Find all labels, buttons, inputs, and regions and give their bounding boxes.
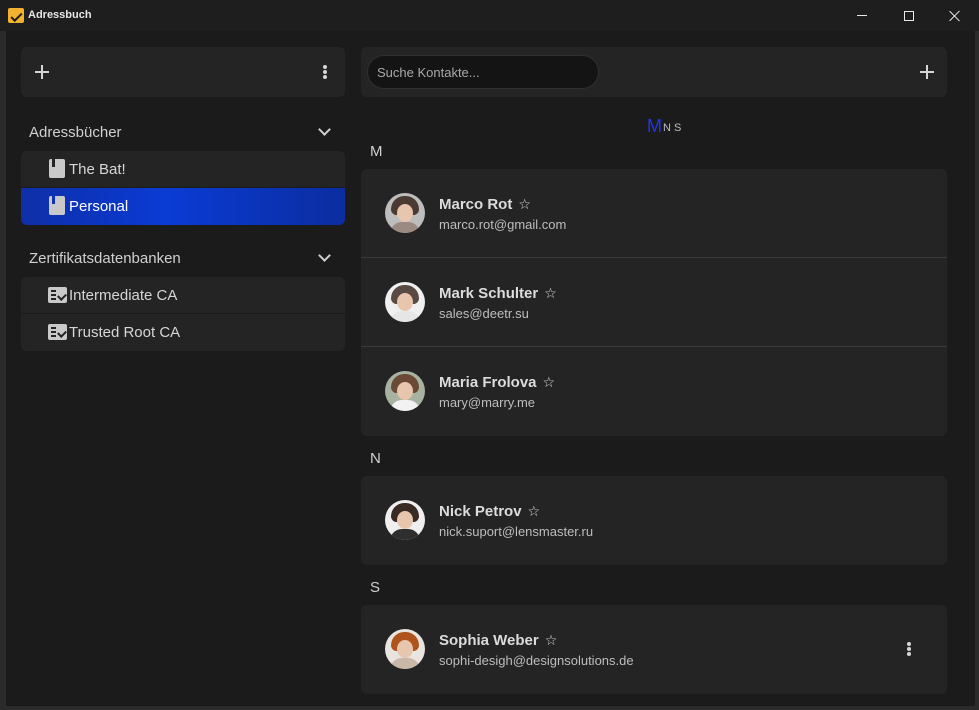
close-button[interactable] xyxy=(932,0,978,31)
alphabet-index: M N S xyxy=(647,117,684,135)
contact-name: Marco Rot xyxy=(439,196,513,213)
section-title-addressbooks: Adressbücher xyxy=(29,124,122,141)
addressbook-item-personal[interactable]: Personal xyxy=(21,188,345,225)
star-outline-icon[interactable]: ☆ xyxy=(544,285,557,302)
certificate-label: Intermediate CA xyxy=(69,287,178,304)
addressbook-item-the-bat[interactable]: The Bat! xyxy=(21,151,345,188)
window-frame-left xyxy=(0,31,6,710)
title-bar: Adressbuch xyxy=(0,0,979,31)
app-icon xyxy=(8,8,24,23)
contact-row[interactable]: Marco Rot ☆ marco.rot@gmail.com xyxy=(361,169,947,258)
contact-name: Nick Petrov xyxy=(439,503,522,520)
star-outline-icon[interactable]: ☆ xyxy=(543,374,556,391)
contact-name-row: Sophia Weber ☆ xyxy=(439,632,557,649)
contact-name-row: Maria Frolova ☆ xyxy=(439,374,555,391)
maximize-button[interactable] xyxy=(886,0,932,31)
add-contact-button[interactable] xyxy=(920,65,934,79)
contacts-toolbar xyxy=(361,47,947,97)
search-input[interactable] xyxy=(367,55,599,89)
contact-name-row: Nick Petrov ☆ xyxy=(439,503,540,520)
window-title: Adressbuch xyxy=(28,9,92,21)
avatar xyxy=(385,193,425,233)
collapse-certificates-chevron-down-icon[interactable] xyxy=(318,249,331,262)
add-addressbook-button[interactable] xyxy=(35,65,49,79)
contact-row[interactable]: Sophia Weber ☆ sophi-desigh@designsolutio… xyxy=(361,605,947,694)
certificate-icon xyxy=(48,324,67,340)
certificate-item-trusted-root-ca[interactable]: Trusted Root CA xyxy=(21,314,345,351)
alphabet-letter-n[interactable]: N xyxy=(663,122,671,135)
contact-row[interactable]: Nick Petrov ☆ nick.suport@lensmaster.ru xyxy=(361,476,947,565)
contact-group-m: Marco Rot ☆ marco.rot@gmail.com Mark Schu… xyxy=(361,169,947,436)
avatar xyxy=(385,500,425,540)
book-icon xyxy=(49,196,65,215)
contact-email: marco.rot@gmail.com xyxy=(439,217,567,232)
contact-more-menu-icon[interactable] xyxy=(907,642,911,656)
close-icon xyxy=(949,10,961,22)
contact-row[interactable]: Maria Frolova ☆ mary@marry.me xyxy=(361,347,947,436)
group-header-s: S xyxy=(370,579,381,596)
star-outline-icon[interactable]: ☆ xyxy=(545,632,558,649)
contact-name-row: Mark Schulter ☆ xyxy=(439,285,557,302)
addressbook-label: The Bat! xyxy=(69,161,126,178)
avatar xyxy=(385,282,425,322)
window-frame-bottom xyxy=(0,706,979,710)
collapse-addressbooks-chevron-down-icon[interactable] xyxy=(318,123,331,136)
contact-email: mary@marry.me xyxy=(439,395,536,410)
star-outline-icon[interactable]: ☆ xyxy=(528,503,541,520)
avatar xyxy=(385,371,425,411)
contact-group-s: Sophia Weber ☆ sophi-desigh@designsolutio… xyxy=(361,605,947,694)
maximize-icon xyxy=(904,10,914,21)
alphabet-letter-m[interactable]: M xyxy=(647,117,662,135)
contact-name-row: Marco Rot ☆ xyxy=(439,196,531,213)
contact-name: Sophia Weber xyxy=(439,632,539,649)
sidebar-more-menu-icon[interactable] xyxy=(323,65,327,79)
addressbook-label: Personal xyxy=(69,198,129,215)
sidebar-toolbar xyxy=(21,47,345,97)
contact-name: Maria Frolova xyxy=(439,374,537,391)
minimize-icon xyxy=(857,15,867,16)
contact-group-n: Nick Petrov ☆ nick.suport@lensmaster.ru xyxy=(361,476,947,565)
certificate-label: Trusted Root CA xyxy=(69,324,181,341)
window-frame-right xyxy=(975,31,979,710)
contact-row[interactable]: Mark Schulter ☆ sales@deetr.su xyxy=(361,258,947,347)
alphabet-letter-s[interactable]: S xyxy=(674,122,681,135)
contact-name: Mark Schulter xyxy=(439,285,539,302)
section-title-certificate-databases: Zertifikatsdatenbanken xyxy=(29,250,181,267)
contact-email: sales@deetr.su xyxy=(439,306,529,321)
book-icon xyxy=(49,159,65,178)
addressbook-list: The Bat! Personal xyxy=(21,151,345,225)
certificate-database-list: Intermediate CA Trusted Root CA xyxy=(21,277,345,351)
certificate-item-intermediate-ca[interactable]: Intermediate CA xyxy=(21,277,345,314)
group-header-n: N xyxy=(370,450,381,467)
contact-email: nick.suport@lensmaster.ru xyxy=(439,524,594,539)
star-outline-icon[interactable]: ☆ xyxy=(518,196,531,213)
avatar xyxy=(385,629,425,669)
certificate-icon xyxy=(48,287,67,303)
minimize-button[interactable] xyxy=(839,0,885,31)
group-header-m: M xyxy=(370,143,383,160)
contact-email: sophi-desigh@designsolutions.de xyxy=(439,653,634,668)
